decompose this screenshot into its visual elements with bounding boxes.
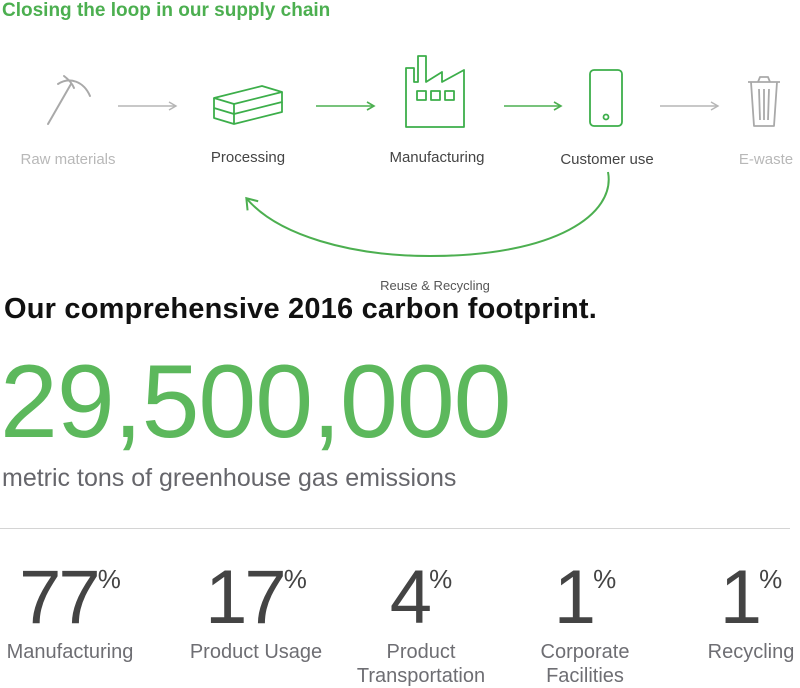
stat-label: Recycling bbox=[707, 641, 795, 663]
phone-icon bbox=[589, 69, 623, 127]
stat-value-row: 1% bbox=[702, 560, 800, 636]
stat-unit: % bbox=[429, 564, 453, 594]
stage-label-manufacturing: Manufacturing bbox=[389, 149, 485, 166]
total-emissions-caption: metric tons of greenhouse gas emissions bbox=[2, 464, 457, 492]
stat-value: 17 bbox=[205, 555, 287, 640]
stat-label: Product Transportation bbox=[356, 641, 486, 687]
stat-recycling: 1% Recycling bbox=[702, 560, 800, 664]
stat-label: Product Usage bbox=[189, 641, 323, 663]
stat-value: 77 bbox=[19, 555, 101, 640]
ingots-icon bbox=[213, 85, 283, 125]
stat-unit: % bbox=[593, 564, 617, 594]
stat-label: Corporate Facilities bbox=[540, 641, 630, 687]
stat-value-row: 77% bbox=[0, 560, 140, 636]
stat-value-row: 17% bbox=[183, 560, 329, 636]
stat-unit: % bbox=[97, 564, 121, 594]
stage-label-customer-use: Customer use bbox=[560, 151, 654, 168]
factory-icon bbox=[405, 55, 465, 128]
stat-corporate-facilities: 1% Corporate Facilities bbox=[530, 560, 640, 688]
reuse-recycling-label: Reuse & Recycling bbox=[380, 278, 490, 293]
supply-chain-diagram: Raw materials Processing Manufacturing C… bbox=[0, 0, 800, 300]
stage-label-e-waste: E-waste bbox=[738, 151, 794, 168]
stat-value: 1 bbox=[719, 555, 762, 640]
pickaxe-icon bbox=[47, 75, 91, 125]
stat-value: 1 bbox=[553, 555, 596, 640]
stat-value: 4 bbox=[389, 555, 432, 640]
stat-unit: % bbox=[283, 564, 307, 594]
stat-unit: % bbox=[759, 564, 783, 594]
reuse-recycling-arrow bbox=[245, 171, 610, 258]
total-emissions-value: 29,500,000 bbox=[0, 344, 512, 460]
stat-value-row: 1% bbox=[530, 560, 640, 636]
footprint-heading: Our comprehensive 2016 carbon footprint. bbox=[4, 293, 597, 325]
stat-value-row: 4% bbox=[350, 560, 492, 636]
stage-label-processing: Processing bbox=[210, 149, 286, 166]
section-divider bbox=[0, 528, 790, 529]
stat-manufacturing: 77% Manufacturing bbox=[0, 560, 140, 664]
stat-label: Manufacturing bbox=[6, 641, 134, 663]
stat-product-usage: 17% Product Usage bbox=[183, 560, 329, 664]
stage-label-raw-materials: Raw materials bbox=[20, 151, 116, 168]
stat-product-transportation: 4% Product Transportation bbox=[350, 560, 492, 688]
trash-can-icon bbox=[748, 76, 780, 127]
